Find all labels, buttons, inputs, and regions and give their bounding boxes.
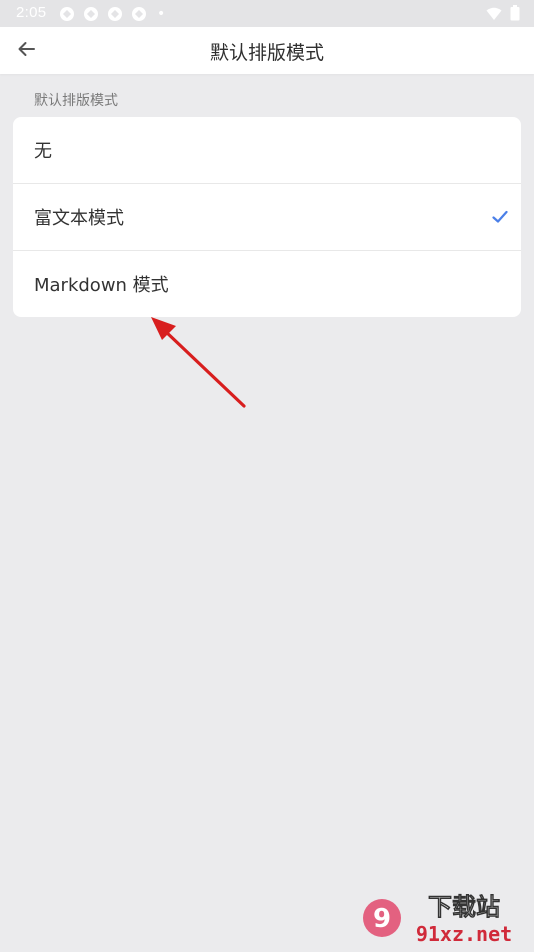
watermark-brand-top: 下载站: [428, 893, 500, 921]
option-label: Markdown 模式: [34, 275, 169, 296]
watermark-brand-bottom: 91xz.net: [416, 922, 512, 946]
sync-icon: [107, 6, 123, 22]
option-none[interactable]: 无: [13, 117, 521, 183]
status-time: 2:05: [16, 4, 47, 21]
system-icons: [486, 5, 520, 25]
battery-icon: [510, 5, 520, 25]
app-bar: 默认排版模式: [0, 27, 534, 74]
notification-dot: •: [157, 6, 166, 22]
wifi-icon: [486, 6, 502, 25]
page-title: 默认排版模式: [209, 42, 324, 64]
sync-icon: [59, 6, 75, 22]
annotation-arrow-icon: [151, 317, 246, 408]
section-label: 默认排版模式: [34, 93, 118, 109]
option-label: 富文本模式: [34, 208, 124, 229]
notification-icons: •: [59, 6, 165, 22]
watermark: 9 下载站 91xz.net: [360, 888, 530, 948]
check-icon: [492, 210, 508, 224]
status-bar: 2:05 •: [0, 0, 534, 27]
option-list: 无 富文本模式 Markdown 模式: [13, 117, 521, 317]
option-rich-text[interactable]: 富文本模式: [13, 183, 521, 250]
sync-icon: [131, 6, 147, 22]
sync-icon: [83, 6, 99, 22]
option-label: 无: [34, 141, 52, 162]
watermark-logo-icon: 9: [373, 904, 391, 934]
option-markdown[interactable]: Markdown 模式: [13, 250, 521, 317]
